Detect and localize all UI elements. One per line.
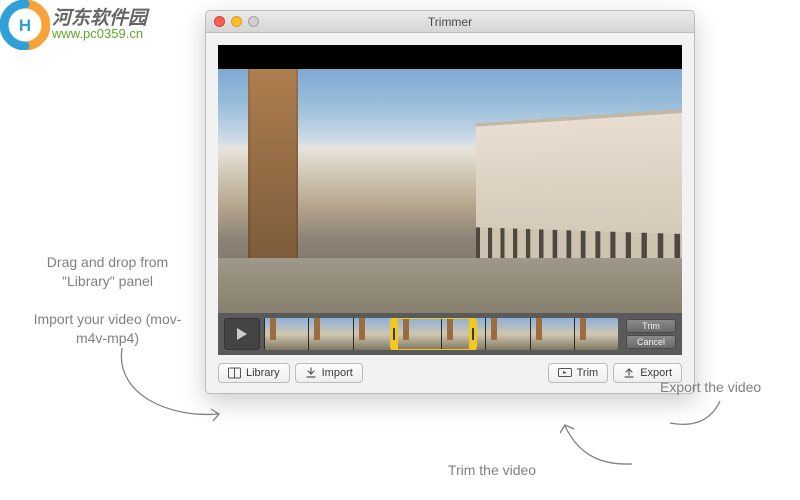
trim-handle-left[interactable] bbox=[390, 319, 398, 349]
close-icon[interactable] bbox=[214, 16, 225, 27]
bottom-toolbar: Library Import Trim bbox=[218, 355, 682, 383]
trim-handle-right[interactable] bbox=[469, 319, 477, 349]
trim-side-buttons: Trim Cancel bbox=[626, 319, 676, 349]
trim-cancel-button[interactable]: Cancel bbox=[626, 335, 676, 349]
site-url: www.pc0359.cn bbox=[52, 26, 143, 41]
thumbnail bbox=[530, 318, 574, 350]
import-icon bbox=[305, 367, 317, 379]
trim-label: Trim bbox=[577, 367, 599, 379]
app-window: Trimmer bbox=[205, 10, 695, 394]
export-icon bbox=[623, 367, 635, 379]
callout-drag-drop: Drag and drop from "Library" panel bbox=[30, 253, 185, 291]
svg-text:H: H bbox=[19, 16, 31, 35]
trim-bar: Trim Cancel bbox=[218, 313, 682, 355]
thumbnail bbox=[485, 318, 529, 350]
site-logo: H bbox=[0, 0, 50, 50]
video-frame: Trim Cancel bbox=[218, 45, 682, 355]
import-label: Import bbox=[322, 367, 353, 379]
titlebar: Trimmer bbox=[206, 11, 694, 33]
scene-decoration bbox=[476, 109, 682, 279]
arrow-icon bbox=[665, 395, 725, 435]
trim-selection[interactable] bbox=[391, 318, 476, 350]
minimize-icon[interactable] bbox=[231, 16, 242, 27]
trim-button[interactable]: Trim bbox=[548, 363, 609, 383]
import-button[interactable]: Import bbox=[295, 363, 363, 383]
window-controls bbox=[214, 16, 259, 27]
play-icon bbox=[237, 328, 247, 340]
callout-trim-video: Trim the video bbox=[432, 461, 552, 480]
maximize-icon[interactable] bbox=[248, 16, 259, 27]
thumbnail bbox=[574, 318, 618, 350]
thumbnail bbox=[308, 318, 352, 350]
arrow-icon bbox=[110, 340, 230, 430]
toolbar-left: Library Import bbox=[218, 363, 363, 383]
thumbnail bbox=[264, 318, 308, 350]
window-title: Trimmer bbox=[428, 15, 472, 29]
video-preview[interactable] bbox=[218, 69, 682, 313]
trim-confirm-button[interactable]: Trim bbox=[626, 319, 676, 333]
library-label: Library bbox=[246, 367, 280, 379]
letterbox bbox=[218, 45, 682, 69]
scene-decoration bbox=[218, 258, 682, 313]
filmstrip[interactable] bbox=[264, 318, 618, 350]
window-body: Trim Cancel Library Import bbox=[206, 33, 694, 393]
trim-icon bbox=[558, 367, 572, 379]
scene-decoration bbox=[248, 69, 298, 269]
arrow-icon bbox=[560, 420, 640, 475]
